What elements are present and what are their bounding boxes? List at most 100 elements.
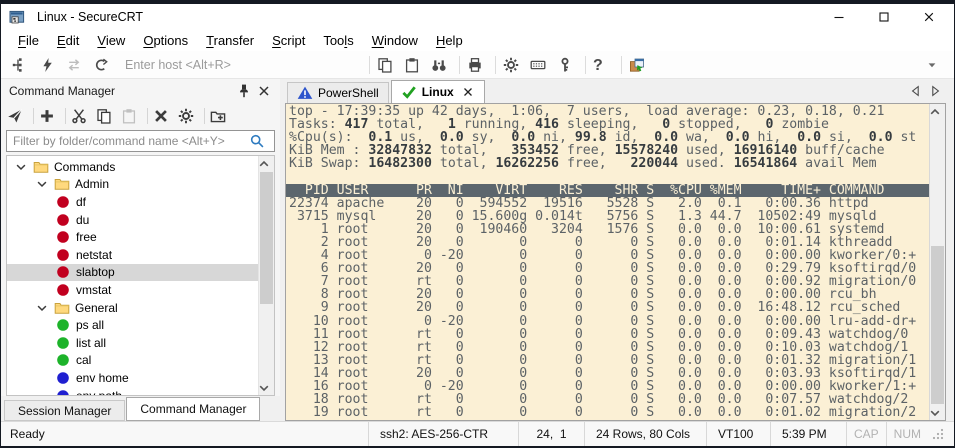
tree-item-label: df <box>76 195 86 209</box>
tree-item-label: du <box>76 213 89 227</box>
session-tab-linux[interactable]: Linux <box>391 80 485 103</box>
print-button[interactable] <box>464 53 491 77</box>
tree-scrollbar[interactable] <box>258 156 274 395</box>
delete-button[interactable] <box>151 105 176 127</box>
status-bar: Ready ssh2: AES-256-CTR 24, 1 24 Rows, 8… <box>1 421 954 446</box>
find-button[interactable] <box>428 53 455 77</box>
send-command-button[interactable] <box>5 105 30 127</box>
tree-item-slabtop[interactable]: slabtop <box>7 264 258 282</box>
tree-item-list-all[interactable]: list all <box>7 334 258 352</box>
app-icon <box>9 9 25 25</box>
panel-close-button[interactable] <box>256 81 276 101</box>
scroll-down-button[interactable] <box>930 405 945 420</box>
session-tab-powershell[interactable]: PowerShell <box>287 82 389 103</box>
panel-tab-command-manager[interactable]: Command Manager <box>126 397 260 421</box>
terminal-scrollbar[interactable] <box>929 104 945 420</box>
tree-item-df[interactable]: df <box>7 193 258 211</box>
new-folder-icon <box>210 108 226 124</box>
scroll-up-button[interactable] <box>259 156 274 171</box>
tree-item-netstat[interactable]: netstat <box>7 246 258 264</box>
menu-tools[interactable]: Tools <box>314 31 362 50</box>
toolbar-separator <box>621 56 622 74</box>
menu-edit[interactable]: Edit <box>48 31 88 50</box>
tree-item-env-path[interactable]: env path <box>7 387 258 395</box>
ssh-key-button[interactable] <box>554 53 581 77</box>
arrow-up-icon <box>927 104 943 120</box>
window-title: Linux - SecureCRT <box>37 10 143 24</box>
tab-close-button[interactable] <box>461 85 475 99</box>
resize-grip[interactable] <box>928 422 954 446</box>
session-options-button[interactable] <box>500 53 527 77</box>
tab-scroll-left-button[interactable] <box>906 82 925 101</box>
session-manager-button[interactable] <box>9 53 36 77</box>
paste-button[interactable] <box>401 53 428 77</box>
disconnect-button[interactable] <box>90 53 117 77</box>
reconnect-icon <box>66 57 82 73</box>
toolbar-overflow-button[interactable] <box>921 53 948 77</box>
pin-icon <box>236 83 252 99</box>
minimize-button[interactable] <box>819 4 864 29</box>
launch-application-icon <box>629 57 645 73</box>
session-options-icon <box>503 57 519 73</box>
connected-check-icon <box>401 84 417 100</box>
options-gear-button[interactable] <box>176 105 201 127</box>
tab-scroll-right-button[interactable] <box>925 82 944 101</box>
copy-button[interactable] <box>374 53 401 77</box>
command-dot-icon <box>55 388 71 395</box>
tree-item-admin[interactable]: Admin <box>7 176 258 194</box>
keymap-button[interactable] <box>527 53 554 77</box>
tree-item-du[interactable]: du <box>7 211 258 229</box>
menu-options[interactable]: Options <box>134 31 197 50</box>
main-area: Command Manager Filter by folder/command… <box>1 79 954 421</box>
tree-item-cal[interactable]: cal <box>7 352 258 370</box>
scroll-thumb[interactable] <box>931 246 944 404</box>
chevron-down-icon[interactable] <box>34 300 50 316</box>
cut-button[interactable] <box>69 105 94 127</box>
chevron-down-icon[interactable] <box>34 176 50 192</box>
maximize-icon <box>876 9 892 25</box>
tree-item-ps-all[interactable]: ps all <box>7 316 258 334</box>
menu-transfer[interactable]: Transfer <box>197 31 263 50</box>
menu-file[interactable]: File <box>9 31 48 50</box>
tree-item-commands[interactable]: Commands <box>7 158 258 176</box>
add-command-button[interactable] <box>37 105 62 127</box>
command-tree: Commands Admindf dufreenetstatslabtopvmsta… <box>6 155 275 396</box>
session-tab-bar: PowerShellLinux <box>285 79 946 103</box>
status-caps-lock: CAP <box>846 422 886 446</box>
close-button[interactable] <box>909 4 954 29</box>
filter-box[interactable]: Filter by folder/command name <Alt+Y> <box>6 130 275 152</box>
chevron-down-icon[interactable] <box>13 159 29 175</box>
terminal[interactable]: top - 17:39:35 up 42 days, 1:06, 7 users… <box>286 104 929 420</box>
menu-view[interactable]: View <box>88 31 134 50</box>
host-input[interactable]: Enter host <Alt+R> <box>117 58 365 72</box>
toolbar-separator <box>204 108 205 124</box>
scroll-down-button[interactable] <box>259 380 274 395</box>
reconnect-button[interactable] <box>63 53 90 77</box>
tree-item-env-home[interactable]: env home <box>7 369 258 387</box>
help-button[interactable]: ? <box>590 53 617 77</box>
status-num-lock: NUM <box>886 422 928 446</box>
terminal-line: KiB Swap: 16482300 total, 16262256 free,… <box>289 157 929 170</box>
launch-application-button[interactable] <box>626 53 653 77</box>
tree-item-general[interactable]: General <box>7 299 258 317</box>
panel-tab-session-manager[interactable]: Session Manager <box>4 400 125 421</box>
session-manager-icon <box>12 57 28 73</box>
status-clock: 5:39 PM <box>770 422 846 446</box>
pin-button[interactable] <box>236 81 256 101</box>
options-gear-icon <box>178 108 194 124</box>
scroll-up-button[interactable] <box>930 104 945 119</box>
quick-connect-button[interactable] <box>36 53 63 77</box>
new-folder-button[interactable] <box>208 105 233 127</box>
menu-help[interactable]: Help <box>427 31 472 50</box>
terminal-pane: PowerShellLinux top - 17:39:35 up 42 day… <box>285 79 954 421</box>
tree-item-vmstat[interactable]: vmstat <box>7 281 258 299</box>
menu-script[interactable]: Script <box>263 31 314 50</box>
menu-window[interactable]: Window <box>363 31 427 50</box>
tree-item-label: Commands <box>54 160 115 174</box>
maximize-button[interactable] <box>864 4 909 29</box>
tree-item-free[interactable]: free <box>7 228 258 246</box>
scroll-thumb[interactable] <box>260 172 273 304</box>
copy-button[interactable] <box>94 105 119 127</box>
folder-icon <box>33 159 49 175</box>
paste-button[interactable] <box>119 105 144 127</box>
